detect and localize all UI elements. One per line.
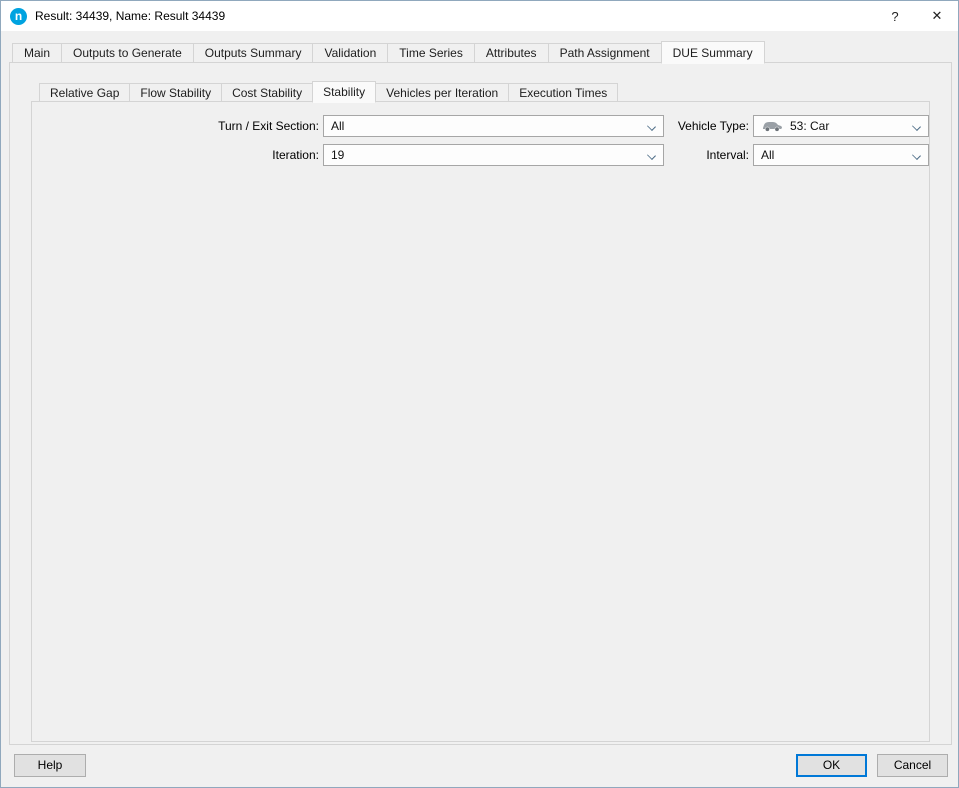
subtab-flow-stability[interactable]: Flow Stability [129,83,222,102]
tab-validation[interactable]: Validation [312,43,388,63]
subtab-execution-times[interactable]: Execution Times [508,83,618,102]
cancel-button[interactable]: Cancel [877,754,948,777]
turn-exit-section-select[interactable]: All [323,115,664,137]
titlebar: n Result: 34439, Name: Result 34439 ? ✕ [1,1,958,31]
tab-due-summary[interactable]: DUE Summary [661,41,765,64]
turn-exit-section-label: Turn / Exit Section: [32,115,319,137]
help-icon[interactable]: ? [874,1,916,31]
subtab-stability[interactable]: Stability [312,81,376,103]
tab-main[interactable]: Main [12,43,62,63]
vehicle-type-value: 53: Car [790,119,829,133]
main-tabbar: MainOutputs to GenerateOutputs SummaryVa… [12,41,765,63]
subtab-relative-gap[interactable]: Relative Gap [39,83,130,102]
app-icon: n [10,8,27,25]
tab-path-assignment[interactable]: Path Assignment [548,43,662,63]
car-icon [761,120,783,132]
stability-group-pane [31,101,930,742]
interval-value: All [761,148,774,162]
help-button[interactable]: Help [14,754,86,777]
chevron-down-icon [647,122,656,131]
vehicle-type-select[interactable]: 53: Car [753,115,929,137]
subtab-cost-stability[interactable]: Cost Stability [221,83,313,102]
result-dialog-window: n Result: 34439, Name: Result 34439 ? ✕ … [0,0,959,788]
tab-time-series[interactable]: Time Series [387,43,475,63]
tab-outputs-summary[interactable]: Outputs Summary [193,43,314,63]
interval-label: Interval: [664,144,749,166]
iteration-select[interactable]: 19 [323,144,664,166]
tab-attributes[interactable]: Attributes [474,43,549,63]
ok-button[interactable]: OK [796,754,867,777]
chevron-down-icon [647,151,656,160]
filter-row-2: Iteration: 19 Interval: All [32,144,929,166]
sub-tabbar: Relative GapFlow StabilityCost Stability… [39,81,618,102]
filter-row-1: Turn / Exit Section: All Vehicle Type: 5… [32,115,929,137]
iteration-label: Iteration: [32,144,319,166]
titlebar-buttons: ? ✕ [874,1,958,31]
iteration-value: 19 [331,148,344,162]
subtab-vehicles-per-iteration[interactable]: Vehicles per Iteration [375,83,509,102]
chevron-down-icon [912,151,921,160]
vehicle-type-label: Vehicle Type: [664,115,749,137]
tab-outputs-to-generate[interactable]: Outputs to Generate [61,43,194,63]
window-title: Result: 34439, Name: Result 34439 [35,9,225,23]
interval-select[interactable]: All [753,144,929,166]
turn-exit-section-value: All [331,119,344,133]
close-icon[interactable]: ✕ [916,1,958,31]
chevron-down-icon [912,122,921,131]
